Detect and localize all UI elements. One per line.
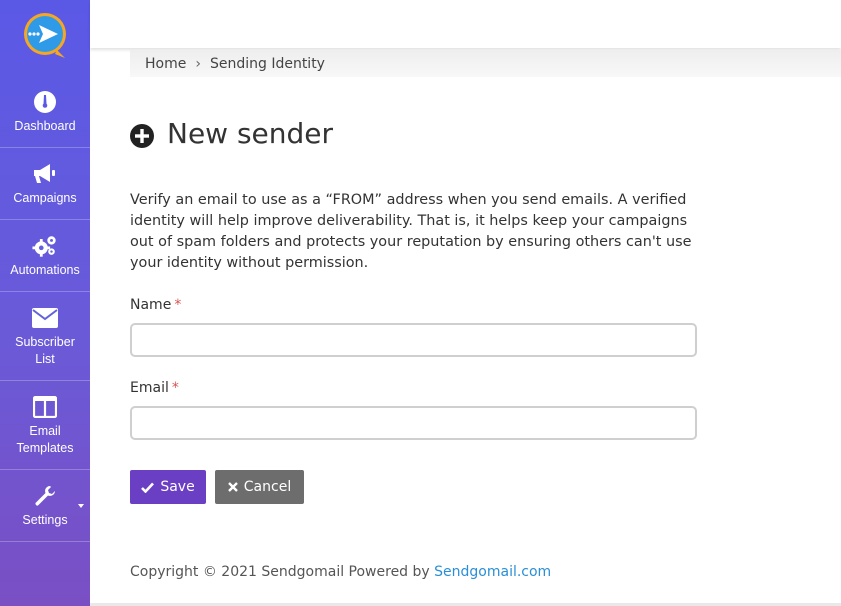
envelope-icon — [32, 305, 58, 331]
check-icon — [141, 482, 155, 493]
top-bar — [90, 0, 841, 48]
gauge-icon — [32, 89, 58, 115]
name-input[interactable] — [130, 323, 697, 357]
sidebar-item-automations[interactable]: Automations — [0, 220, 90, 292]
cancel-button-label: Cancel — [243, 479, 292, 495]
breadcrumb-separator: › — [195, 55, 201, 72]
page-title-text: New sender — [167, 117, 334, 150]
sidebar-item-label: Settings — [22, 512, 68, 527]
save-button-label: Save — [160, 479, 195, 495]
email-label: Email * — [130, 380, 179, 396]
caret-down-icon — [78, 504, 84, 508]
name-label-text: Name — [130, 297, 172, 313]
wrench-icon — [32, 483, 58, 509]
sidebar-item-dashboard[interactable]: Dashboard — [0, 76, 90, 148]
send-plane-icon[interactable] — [21, 10, 69, 60]
plus-circle-icon — [130, 122, 154, 148]
sidebar-item-label: Email Templates — [16, 423, 74, 455]
sidebar-item-label: Campaigns — [13, 190, 77, 205]
sidebar-item-label: Subscriber List — [15, 334, 75, 366]
footer-link[interactable]: Sendgomail.com — [434, 564, 551, 580]
name-label: Name * — [130, 297, 181, 313]
required-mark: * — [171, 380, 179, 396]
email-input[interactable] — [130, 406, 697, 440]
intro-text: Verify an email to use as a “FROM” addre… — [130, 192, 692, 271]
sidebar-item-campaigns[interactable]: Campaigns — [0, 148, 90, 220]
breadcrumb: Home › Sending Identity — [130, 50, 841, 77]
sidebar-item-label: Dashboard — [14, 118, 76, 133]
cancel-button[interactable]: Cancel — [215, 470, 304, 504]
save-button[interactable]: Save — [130, 470, 206, 504]
copyright-text: Copyright © 2021 Sendgomail Powered by — [130, 564, 430, 580]
sidebar: Dashboard Campaigns Automations Subscrib… — [0, 0, 90, 606]
sidebar-item-subscriber-list[interactable]: Subscriber List — [0, 292, 90, 381]
footer: Copyright © 2021 Sendgomail Powered by S… — [130, 564, 551, 580]
megaphone-icon — [32, 161, 58, 187]
columns-icon — [32, 394, 58, 420]
email-label-text: Email — [130, 380, 169, 396]
sidebar-item-label: Automations — [10, 262, 80, 277]
sidebar-item-email-templates[interactable]: Email Templates — [0, 381, 90, 470]
required-mark: * — [174, 297, 182, 313]
breadcrumb-home-link[interactable]: Home — [145, 56, 186, 72]
sidebar-item-settings[interactable]: Settings — [0, 470, 90, 542]
breadcrumb-current: Sending Identity — [209, 55, 325, 72]
gears-icon — [32, 233, 58, 259]
close-icon — [227, 482, 238, 492]
page-title: New sender — [130, 117, 333, 150]
